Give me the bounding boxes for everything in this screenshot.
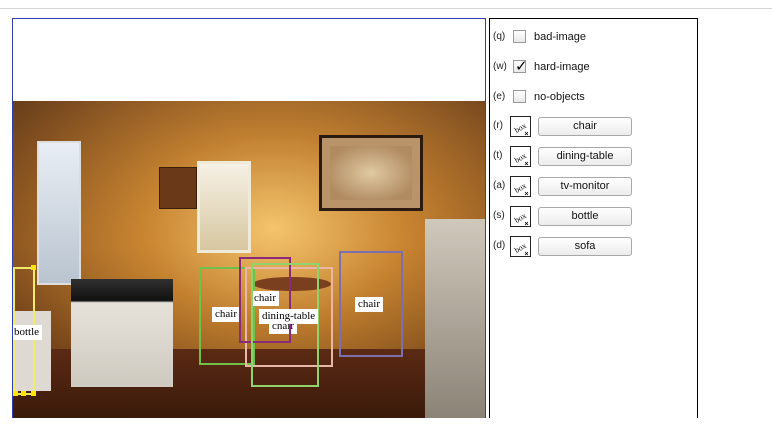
no-objects-label: no-objects bbox=[534, 91, 585, 103]
bbox-label: chair bbox=[355, 297, 383, 312]
flag-row-no-objects: (e) no-objects bbox=[490, 87, 699, 109]
box-draw-icon[interactable]: box bbox=[510, 206, 531, 227]
box-draw-icon[interactable]: box bbox=[510, 146, 531, 167]
category-button-bottle[interactable]: bottle bbox=[538, 207, 632, 226]
category-row-bottle: (s) box bottle bbox=[490, 206, 699, 228]
shortcut-key: (q) bbox=[493, 31, 506, 42]
shortcut-key: (d) bbox=[493, 240, 506, 251]
hard-image-label: hard-image bbox=[534, 61, 590, 73]
bbox-label: bottle bbox=[13, 325, 43, 340]
shortcut-key: (e) bbox=[493, 91, 506, 102]
bbox-label: chair bbox=[212, 307, 240, 322]
resize-handle[interactable] bbox=[21, 391, 26, 396]
category-button-chair[interactable]: chair bbox=[538, 117, 632, 136]
check-icon: ✓ bbox=[515, 57, 528, 75]
no-objects-checkbox[interactable] bbox=[513, 90, 526, 103]
category-row-dining-table: (t) box dining-table bbox=[490, 146, 699, 168]
resize-handle[interactable] bbox=[13, 391, 18, 396]
shortcut-key: (r) bbox=[493, 120, 503, 131]
control-panel: (q) bad-image (w) ✓ hard-image (e) no-ob… bbox=[489, 18, 698, 418]
flag-row-bad-image: (q) bad-image bbox=[490, 27, 699, 49]
annotation-canvas[interactable]: chair chair chair dining-table chair bot… bbox=[12, 18, 486, 418]
hard-image-checkbox[interactable]: ✓ bbox=[513, 57, 528, 75]
flag-row-hard-image: (w) ✓ hard-image bbox=[490, 57, 699, 79]
shortcut-key: (t) bbox=[493, 150, 503, 161]
bbox-dining-table[interactable] bbox=[251, 263, 319, 387]
kitchen-photo[interactable]: chair chair chair dining-table chair bot… bbox=[13, 101, 485, 418]
top-divider bbox=[0, 8, 772, 9]
resize-handle[interactable] bbox=[31, 391, 36, 396]
category-button-tv-monitor[interactable]: tv-monitor bbox=[538, 177, 632, 196]
box-draw-icon[interactable]: box bbox=[510, 236, 531, 257]
category-row-tv-monitor: (a) box tv-monitor bbox=[490, 176, 699, 198]
category-row-sofa: (d) box sofa bbox=[490, 236, 699, 258]
category-row-chair: (r) box chair bbox=[490, 116, 699, 138]
shortcut-key: (s) bbox=[493, 210, 505, 221]
category-button-dining-table[interactable]: dining-table bbox=[538, 147, 632, 166]
category-button-sofa[interactable]: sofa bbox=[538, 237, 632, 256]
box-draw-icon[interactable]: box bbox=[510, 116, 531, 137]
shortcut-key: (w) bbox=[493, 61, 507, 72]
resize-handle[interactable] bbox=[31, 265, 36, 270]
box-draw-icon[interactable]: box bbox=[510, 176, 531, 197]
bad-image-label: bad-image bbox=[534, 31, 586, 43]
shortcut-key: (a) bbox=[493, 180, 506, 191]
bad-image-checkbox[interactable] bbox=[513, 30, 526, 43]
bbox-label: dining-table bbox=[259, 309, 319, 324]
